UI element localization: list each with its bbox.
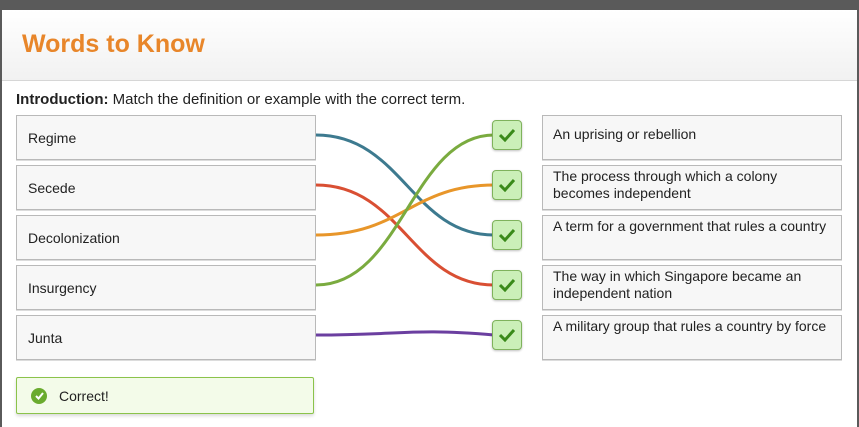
definition-colony-independent[interactable]: The process through which a colony becom…: [542, 165, 842, 210]
definition-singapore[interactable]: The way in which Singapore became an ind…: [542, 265, 842, 310]
intro-text: Match the definition or example with the…: [108, 91, 466, 108]
definition-text: A military group that rules a country by…: [553, 318, 827, 334]
definition-text: The way in which Singapore became an ind…: [553, 268, 802, 301]
match-check-1[interactable]: [492, 120, 522, 150]
term-regime[interactable]: Regime: [16, 115, 316, 160]
page-title: Words to Know: [22, 30, 205, 58]
intro-label: Introduction:: [16, 91, 109, 108]
term-label: Decolonization: [28, 229, 120, 246]
connector-junta: [315, 330, 495, 337]
term-label: Regime: [28, 129, 77, 146]
feedback-text: Correct!: [59, 387, 109, 404]
match-check-4[interactable]: [492, 270, 522, 300]
activity-frame: Words to Know Introduction: Match the de…: [2, 10, 857, 427]
instructions: Introduction: Match the definition or ex…: [16, 91, 465, 108]
connector-insurgency: [315, 133, 495, 287]
connector-secede: [315, 183, 495, 287]
check-icon: [499, 178, 515, 192]
term-label: Junta: [28, 329, 63, 346]
term-decolonization[interactable]: Decolonization: [16, 215, 316, 260]
definition-military-group[interactable]: A military group that rules a country by…: [542, 315, 842, 360]
feedback-banner: Correct!: [16, 377, 314, 414]
term-label: Secede: [28, 179, 76, 196]
definition-uprising[interactable]: An uprising or rebellion: [542, 115, 842, 160]
definition-text: The process through which a colony becom…: [553, 168, 778, 201]
term-insurgency[interactable]: Insurgency: [16, 265, 316, 310]
connector-decolonization: [315, 183, 495, 237]
check-icon: [499, 228, 515, 242]
header: Words to Know: [2, 10, 857, 81]
check-circle-icon: [31, 387, 47, 404]
check-icon: [499, 328, 515, 342]
connector-regime: [315, 133, 495, 237]
definition-text: An uprising or rebellion: [553, 126, 697, 142]
match-check-2[interactable]: [492, 170, 522, 200]
check-icon: [499, 278, 515, 292]
check-icon: [499, 128, 515, 142]
term-junta[interactable]: Junta: [16, 315, 316, 360]
term-label: Insurgency: [28, 279, 97, 296]
definition-government[interactable]: A term for a government that rules a cou…: [542, 215, 842, 260]
match-check-3[interactable]: [492, 220, 522, 250]
term-secede[interactable]: Secede: [16, 165, 316, 210]
definition-text: A term for a government that rules a cou…: [553, 218, 827, 234]
match-check-5[interactable]: [492, 320, 522, 350]
